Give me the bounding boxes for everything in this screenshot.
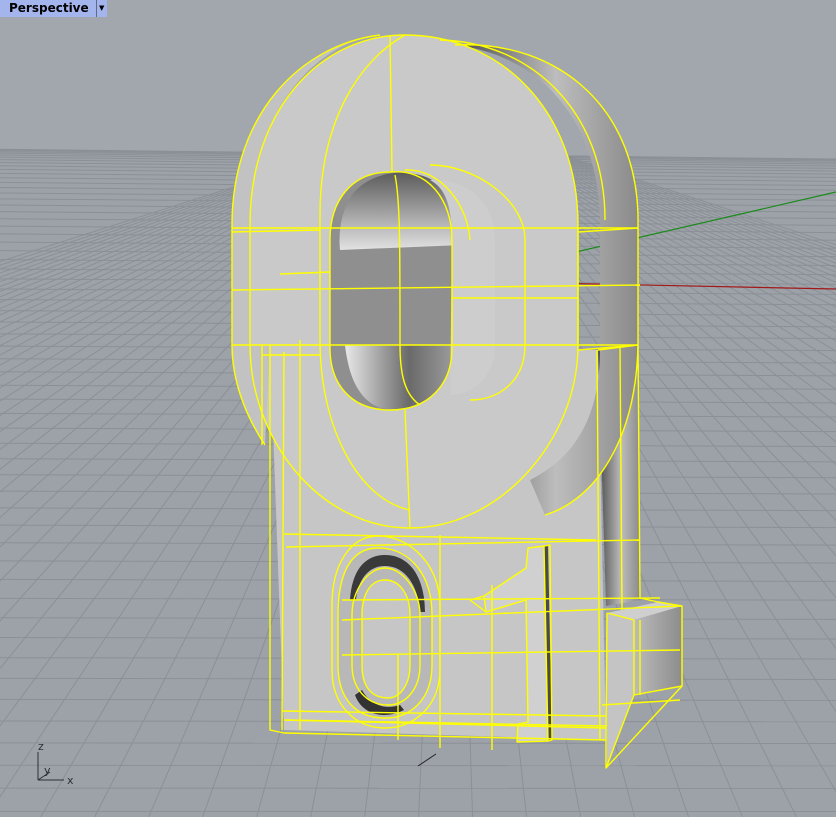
- viewport-title-tab[interactable]: Perspective ▼: [0, 0, 107, 17]
- grid-line: [0, 742, 836, 745]
- perspective-viewport[interactable]: Perspective ▼ z y x: [0, 0, 836, 817]
- viewport-title[interactable]: Perspective: [0, 0, 96, 17]
- gizmo-x-label: x: [67, 774, 74, 787]
- gizmo-y-label: y: [44, 764, 51, 777]
- model-scene[interactable]: z y x: [0, 0, 836, 817]
- viewport-menu-button[interactable]: ▼: [96, 0, 107, 17]
- gizmo-z-label: z: [38, 740, 44, 753]
- small-zero-hole: [362, 580, 410, 698]
- selected-model[interactable]: [231, 34, 683, 769]
- chevron-down-icon: ▼: [98, 4, 105, 12]
